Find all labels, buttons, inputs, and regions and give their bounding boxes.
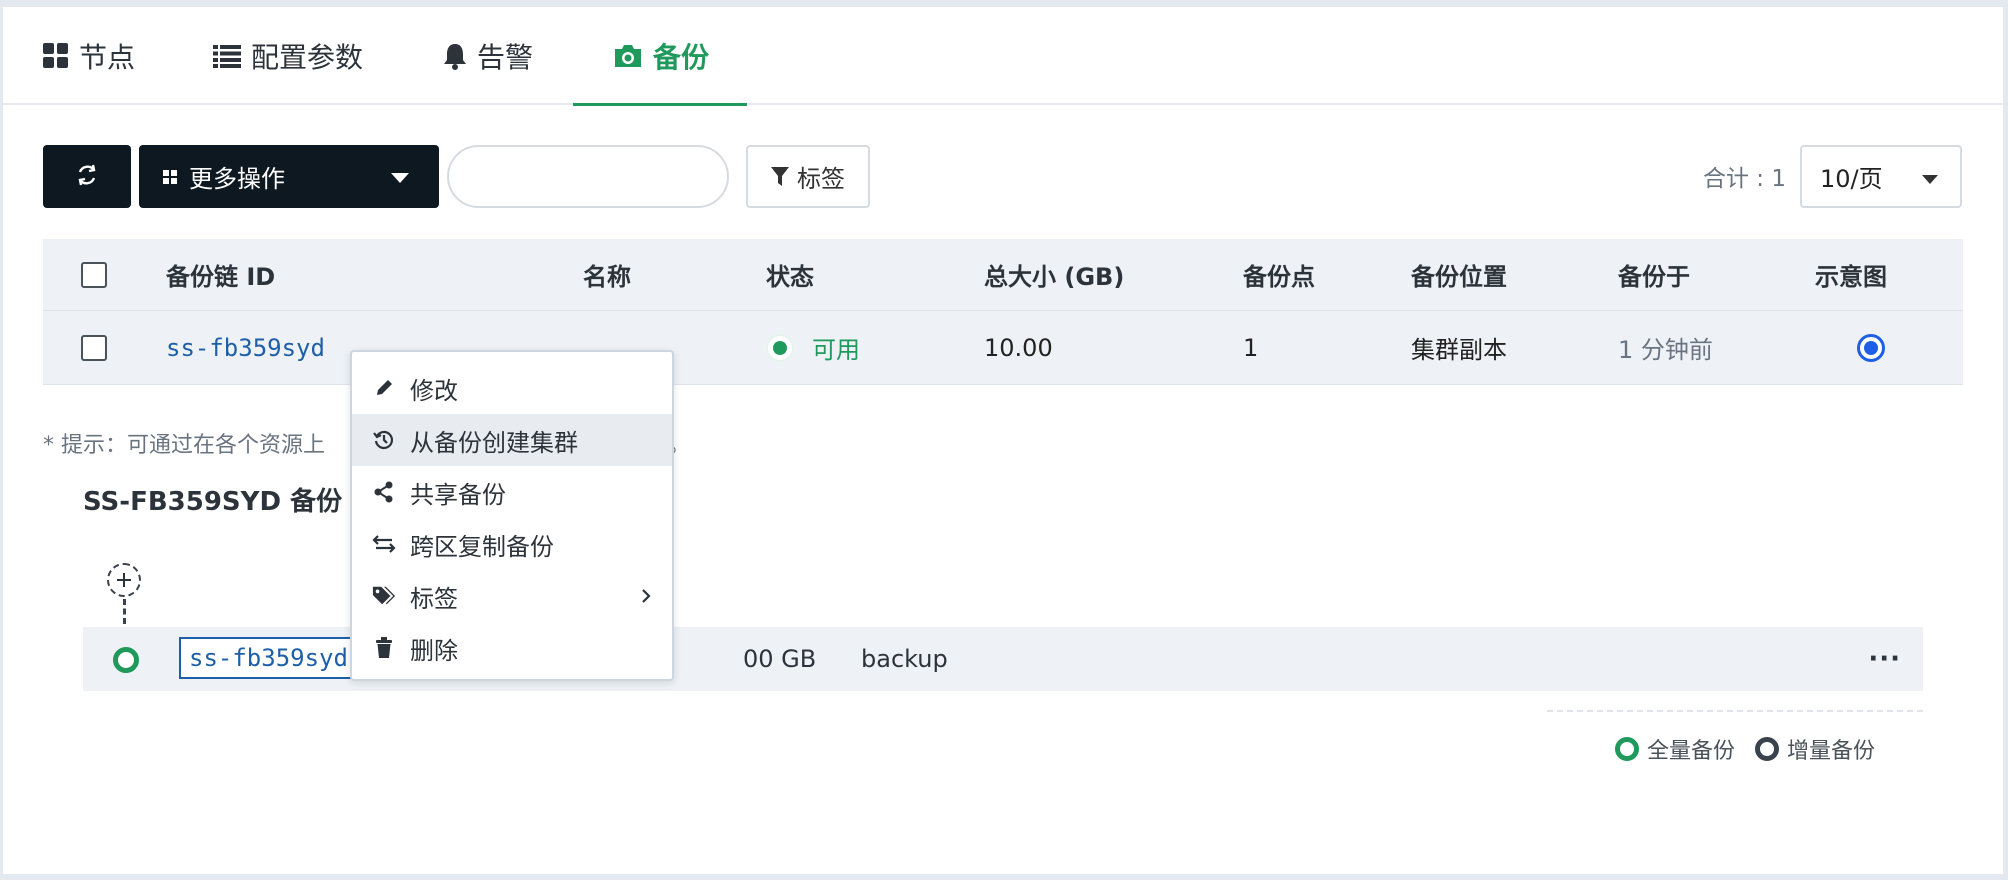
row-status-cell: 可用: [766, 311, 860, 384]
camera-icon: [613, 43, 643, 69]
menu-item-label: 删除: [410, 636, 458, 665]
tab-label: 备份: [653, 41, 710, 74]
menu-item-create-cluster[interactable]: 从备份创建集群: [352, 414, 672, 466]
row-select-cell: [81, 311, 107, 384]
menu-item-label: 共享备份: [410, 480, 506, 509]
tag-filter-button[interactable]: 标签: [746, 145, 870, 208]
row-context-menu: 修改 从备份创建集群 共享备份 跨区复制备份 标签 删除: [350, 350, 674, 681]
chain-node-id[interactable]: ss-fb359syd: [179, 637, 358, 679]
transfer-icon: [372, 535, 396, 553]
search-input[interactable]: [447, 145, 729, 208]
header-diagram: 示意图: [1815, 263, 1887, 291]
caret-down-icon: [391, 173, 409, 183]
caret-down-icon: [1922, 175, 1938, 184]
full-backup-legend-icon: [1615, 737, 1639, 761]
active-tab-indicator: [573, 103, 747, 106]
header-backup-points: 备份点: [1243, 263, 1315, 291]
menu-item-label: 修改: [410, 376, 458, 405]
row-time: 1 分钟前: [1618, 336, 1713, 364]
select-all-cell: [81, 239, 107, 310]
incremental-backup-legend-icon: [1755, 737, 1780, 761]
chain-node-id-text: ss-fb359syd: [189, 644, 348, 672]
legend: 全量备份 增量备份: [1615, 733, 1895, 765]
legend-full: 全量备份: [1615, 733, 1735, 765]
hint-text: * 提示：可通过在各个资源上。: [43, 427, 690, 459]
more-actions-button[interactable]: 更多操作: [139, 145, 439, 208]
history-icon: [372, 429, 396, 451]
refresh-icon: [76, 164, 98, 190]
tab-nodes[interactable]: 节点: [43, 7, 135, 105]
share-icon: [372, 481, 396, 503]
tab-label: 告警: [477, 41, 534, 74]
menu-item-label: 标签: [410, 584, 458, 613]
refresh-button[interactable]: [43, 145, 131, 208]
filter-icon: [771, 166, 789, 187]
more-options-icon[interactable]: ···: [1868, 627, 1901, 691]
chain-node-size: 00 GB: [743, 645, 817, 673]
menu-item-label: 跨区复制备份: [410, 532, 554, 561]
menu-item-label: 从备份创建集群: [410, 428, 578, 457]
status-text: 可用: [812, 336, 860, 364]
menu-item-tags[interactable]: 标签: [352, 570, 672, 622]
tab-alerts[interactable]: 告警: [443, 7, 533, 105]
more-actions-label: 更多操作: [189, 165, 285, 193]
tab-label: 配置参数: [251, 41, 364, 74]
pencil-icon: [372, 378, 396, 398]
header-backup-location: 备份位置: [1411, 263, 1507, 291]
page-size-value: 10/页: [1820, 165, 1883, 193]
tab-config[interactable]: 配置参数: [213, 7, 363, 105]
header-total-size: 总大小 (GB): [984, 263, 1125, 291]
row-diagram-cell: [1857, 311, 1885, 384]
bell-icon: [443, 42, 467, 70]
chevron-right-icon: [640, 584, 652, 612]
total-count: 合计 : 1: [1703, 166, 1787, 192]
hint-text-start: * 提示：可通过在各个资源上: [43, 433, 325, 458]
page-size-select[interactable]: 10/页: [1800, 145, 1962, 208]
row-points: 1: [1243, 333, 1259, 362]
header-backup-time: 备份于: [1618, 263, 1690, 291]
legend-divider: [1547, 710, 1923, 712]
full-backup-node[interactable]: [113, 647, 139, 673]
trash-icon: [372, 637, 396, 659]
row-size: 10.00: [984, 333, 1053, 362]
backup-chain-title: SS-FB359SYD 备份: [83, 487, 343, 517]
tab-label: 节点: [79, 41, 136, 74]
tab-backup[interactable]: 备份: [613, 7, 709, 105]
menu-item-delete[interactable]: 删除: [352, 622, 672, 674]
backup-panel: 节点 配置参数 告警 备份 更多操作 标签 合计: 1 10/页 备份链 ID…: [3, 7, 2003, 874]
table-row: ss-fb359syd 可用 10.00 1 集群副本 1 分钟前: [43, 311, 1963, 385]
menu-item-cross-region-copy[interactable]: 跨区复制备份: [352, 518, 672, 570]
legend-incremental: 增量备份: [1755, 733, 1875, 765]
header-status: 状态: [766, 263, 814, 291]
row-checkbox[interactable]: [81, 334, 107, 361]
grid-icon: [43, 43, 69, 69]
grid-icon: [163, 169, 177, 184]
menu-item-share[interactable]: 共享备份: [352, 466, 672, 518]
tab-bar: 节点 配置参数 告警 备份: [3, 7, 2003, 106]
header-name: 名称: [583, 263, 631, 291]
list-icon: [213, 44, 241, 68]
select-all-checkbox[interactable]: [81, 261, 107, 288]
tags-icon: [372, 585, 396, 607]
menu-item-edit[interactable]: 修改: [352, 362, 672, 414]
chain-node-name: backup: [861, 645, 948, 673]
row-location: 集群副本: [1411, 336, 1507, 364]
row-chain-id-cell: ss-fb359syd: [166, 311, 325, 384]
diagram-radio[interactable]: [1857, 333, 1885, 362]
add-backup-node[interactable]: [107, 563, 141, 597]
header-chain-id[interactable]: 备份链 ID: [166, 239, 275, 310]
legend-full-label: 全量备份: [1647, 739, 1736, 764]
legend-incremental-label: 增量备份: [1787, 739, 1876, 764]
table-header: 备份链 ID 名称 状态 总大小 (GB) 备份点 备份位置 备份于 示意图: [43, 239, 1963, 311]
chain-id-link[interactable]: ss-fb359syd: [166, 334, 325, 362]
tag-filter-label: 标签: [797, 165, 845, 193]
status-icon: [766, 333, 794, 362]
plus-icon: [117, 573, 131, 587]
